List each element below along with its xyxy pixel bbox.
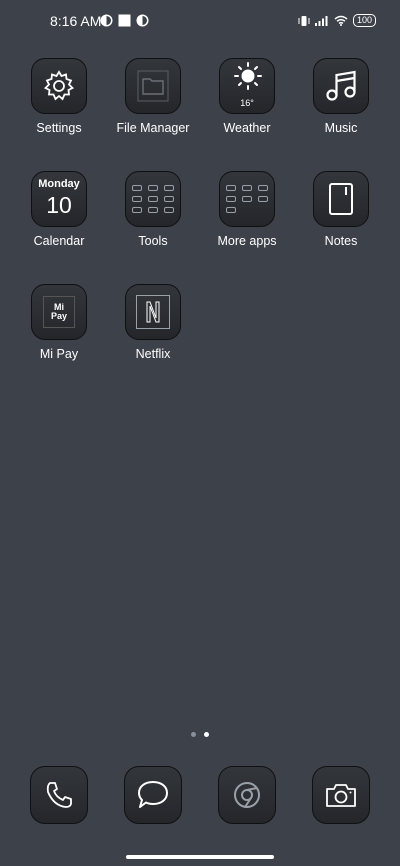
phone-icon: [46, 782, 72, 808]
chat-bubble-icon: [138, 781, 168, 808]
app-calendar[interactable]: Monday 10 Calendar: [12, 171, 106, 248]
vibrate-icon: [298, 15, 310, 26]
mi-pay-icon: Mi Pay: [31, 284, 87, 340]
dock: [0, 766, 400, 826]
app-tools[interactable]: Tools: [106, 171, 200, 248]
netflix-logo: [136, 295, 170, 329]
calendar-day: Monday: [38, 178, 80, 190]
clock: 8:16 AM: [50, 13, 102, 29]
dock-browser-button[interactable]: [218, 766, 276, 824]
app-label: Settings: [36, 121, 82, 135]
app-settings[interactable]: Settings: [12, 58, 106, 135]
folder-icon: [125, 58, 181, 114]
weather-temperature: 16°: [240, 98, 254, 108]
app-notification-icon: [100, 14, 113, 27]
system-icons: 100: [298, 14, 376, 27]
app-notes[interactable]: Notes: [294, 171, 388, 248]
app-label: Notes: [324, 234, 358, 248]
page-dot-active[interactable]: [204, 732, 209, 737]
app-label: Weather: [223, 121, 271, 135]
app-mi-pay[interactable]: Mi Pay Mi Pay: [12, 284, 106, 361]
battery-icon: 100: [352, 14, 376, 27]
page-indicator: [0, 732, 400, 737]
app-weather[interactable]: 16° Weather: [200, 58, 294, 135]
wifi-icon: [334, 15, 348, 26]
folder-preview-grid: [132, 185, 174, 213]
app-file-manager[interactable]: File Manager: [106, 58, 200, 135]
app-label: Tools: [138, 234, 168, 248]
app-label: Mi Pay: [39, 347, 79, 361]
app-music[interactable]: Music: [294, 58, 388, 135]
mi-pay-logo: Mi Pay: [43, 296, 75, 328]
camera-icon: [326, 784, 356, 807]
app-label: Calendar: [33, 234, 85, 248]
app-label: Netflix: [135, 347, 171, 361]
apps-folder-icon: [219, 171, 275, 227]
status-bar: 8:16 AM 100: [0, 0, 400, 44]
app-label: File Manager: [116, 121, 190, 135]
folder-preview-grid: [226, 185, 268, 213]
app-more-apps[interactable]: More apps: [200, 171, 294, 248]
dock-phone-button[interactable]: [30, 766, 88, 824]
sun-icon: 16°: [219, 58, 275, 114]
app-label: More apps: [217, 234, 277, 248]
music-note-icon: [313, 58, 369, 114]
note-icon: [313, 171, 369, 227]
dock-camera-button[interactable]: [312, 766, 370, 824]
calendar-date: 10: [46, 192, 72, 218]
netflix-icon: [125, 284, 181, 340]
app-notification-icon: [136, 14, 149, 27]
gear-icon: [31, 58, 87, 114]
signal-icon: [314, 16, 328, 26]
chrome-icon: [234, 782, 260, 808]
app-label: Music: [324, 121, 358, 135]
square-notification-icon: [118, 14, 131, 27]
app-netflix[interactable]: Netflix: [106, 284, 200, 361]
home-indicator[interactable]: [126, 855, 274, 859]
tools-folder-icon: [125, 171, 181, 227]
calendar-icon: Monday 10: [31, 171, 87, 227]
notification-icons: [100, 14, 149, 27]
dock-messages-button[interactable]: [124, 766, 182, 824]
page-dot[interactable]: [191, 732, 196, 737]
